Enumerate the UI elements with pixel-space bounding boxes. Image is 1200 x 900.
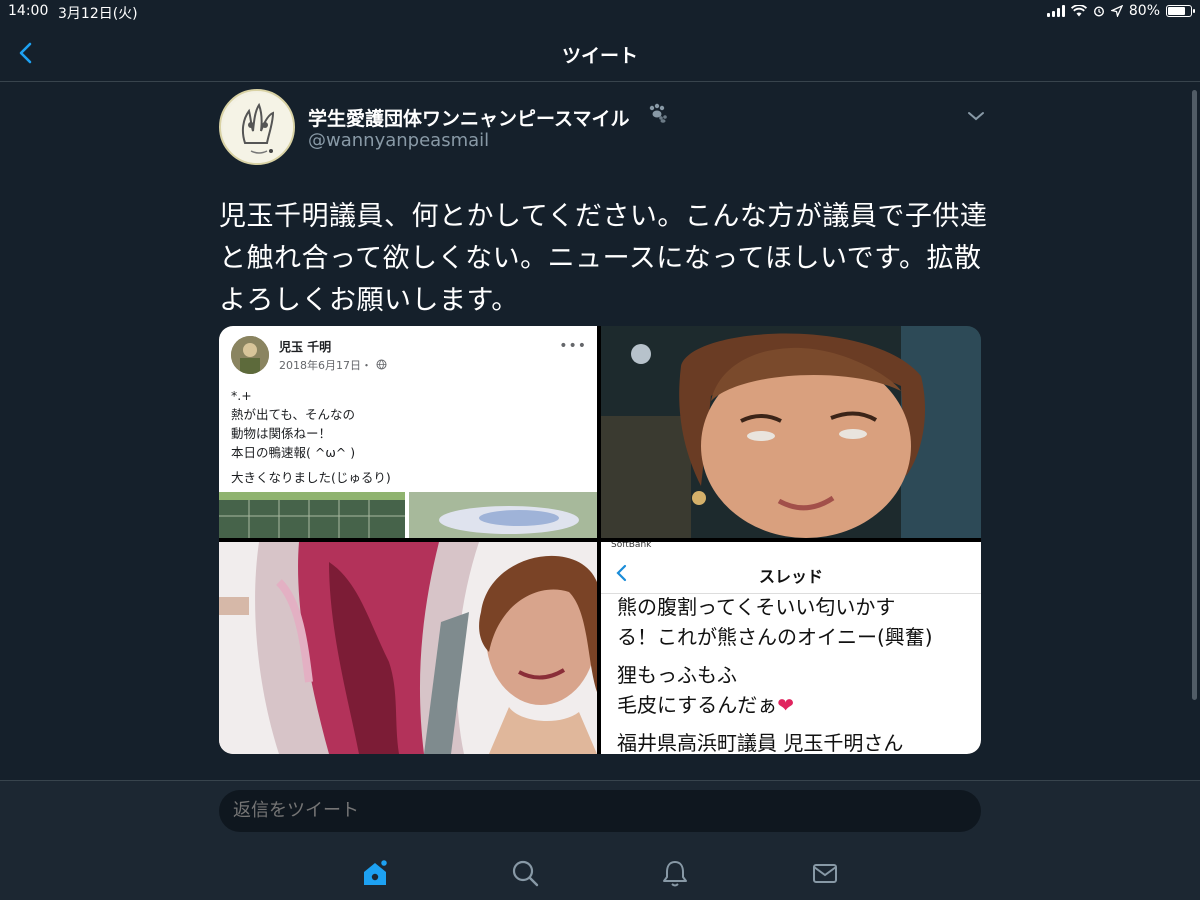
paw-icon <box>649 103 667 123</box>
battery-fill <box>1168 7 1185 15</box>
status-date: 3月12日(火) <box>58 6 138 22</box>
display-name[interactable]: 学生愛護団体ワンニャンピースマイル <box>308 104 629 131</box>
home-icon[interactable] <box>360 858 390 888</box>
chat-line: 熊の腹割ってくそいい匂いかす <box>617 595 896 619</box>
chat-paragraph: 熊の腹割ってくそいい匂いかす る！これが熊さんのオイニー(興奮) <box>617 592 933 652</box>
knife-photo <box>219 542 597 754</box>
page-title: ツイート <box>561 45 638 67</box>
wifi-icon <box>1070 5 1087 17</box>
location-icon <box>1110 5 1123 17</box>
media-image-3[interactable] <box>219 542 597 754</box>
chat-line: る！これが熊さんのオイニー(興奮) <box>617 625 933 649</box>
chat-line: 福井県高浜町議員 児玉千明さん <box>617 731 904 754</box>
tab-bar <box>0 845 1200 900</box>
fb-more-icon: ••• <box>559 338 587 354</box>
fb-post-line: *.+ <box>231 388 252 403</box>
chat-line: 狸もっふもふ <box>617 663 737 687</box>
cellular-signal-icon <box>1046 5 1065 17</box>
chat-text: 熊の腹割ってくそいい匂いかす る！これが熊さんのオイニー(興奮) 狸もっふもふ … <box>617 592 933 754</box>
chat-line: 毛皮にするんだぁ❤ <box>617 693 794 717</box>
chat-paragraph: 狸もっふもふ 毛皮にするんだぁ❤ <box>617 660 933 720</box>
fb-post-line: 本日の鴨速報( ^ω^ ) <box>231 445 356 460</box>
fb-post-text: *.+ 熱が出ても、そんなの 動物は関係ねー！ 本日の鴨速報( ^ω^ ) 大き… <box>231 386 391 487</box>
battery-percent: 80% <box>1128 3 1160 19</box>
alarm-icon <box>1093 6 1104 17</box>
fb-post-date: 2018年6月17日・ <box>279 357 387 373</box>
scrollbar[interactable] <box>1192 90 1197 700</box>
chat-status-bar: SoftBank <box>611 542 652 550</box>
heart-icon: ❤ <box>777 693 794 717</box>
fb-post-line: 熱が出ても、そんなの <box>231 407 356 422</box>
status-bar: 14:00 3月12日(火) 80% <box>0 0 1200 24</box>
battery-icon <box>1166 5 1195 17</box>
selfie-photo <box>601 326 981 538</box>
status-time: 14:00 <box>8 3 49 19</box>
media-grid: 児玉 千明 2018年6月17日・ ••• *.+ 熱が出ても、そんなの 動物は… <box>219 326 981 754</box>
fb-post-line: 大きくなりました(じゅるり) <box>231 470 391 485</box>
messages-envelope-icon[interactable] <box>810 858 840 888</box>
fb-post-avatar <box>231 336 269 374</box>
navigation-bar: ツイート <box>0 24 1200 82</box>
avatar-logo-image <box>223 93 293 163</box>
media-image-1[interactable]: 児玉 千明 2018年6月17日・ ••• *.+ 熱が出ても、そんなの 動物は… <box>219 326 597 538</box>
chevron-down-icon[interactable] <box>966 108 986 124</box>
reply-input[interactable] <box>219 790 981 832</box>
notifications-bell-icon[interactable] <box>660 858 690 888</box>
avatar[interactable] <box>219 89 295 165</box>
username[interactable]: @wannyanpeasmail <box>308 130 489 151</box>
globe-icon <box>376 359 386 370</box>
search-icon[interactable] <box>510 858 540 888</box>
fb-post-line: 動物は関係ねー！ <box>231 426 332 441</box>
fb-post-photo <box>219 492 597 538</box>
tweet-text: 児玉千明議員、何とかしてください。こんな方が議員で子供達と触れ合って欲しくない。… <box>219 201 988 316</box>
status-indicators: 80% <box>1046 3 1195 19</box>
fb-post-name: 児玉 千明 <box>279 340 332 354</box>
media-image-2[interactable] <box>601 326 981 538</box>
media-image-4[interactable]: SoftBank スレッド 熊の腹割ってくそいい匂いかす る！これが熊さんのオイ… <box>601 542 981 754</box>
chat-header: スレッド <box>601 550 981 594</box>
chat-title: スレッド <box>758 567 823 586</box>
